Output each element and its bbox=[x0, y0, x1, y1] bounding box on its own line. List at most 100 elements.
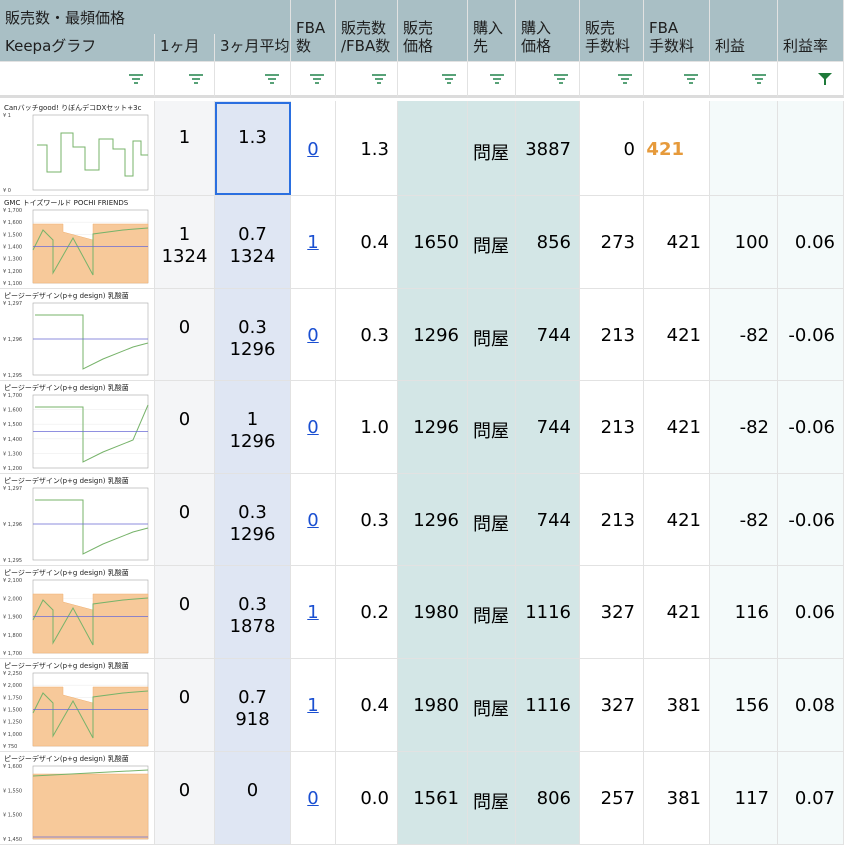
cell-m1[interactable]: 0 bbox=[155, 289, 215, 381]
filter-icon[interactable] bbox=[371, 72, 387, 86]
keepa-price-chart[interactable]: ¥ 2,100 ¥ 2,000 ¥ 1,900 ¥ 1,800 ¥ 1,700 bbox=[1, 576, 154, 657]
cell-m1[interactable]: 0 bbox=[155, 566, 215, 659]
fba-count-link[interactable]: 1 bbox=[307, 602, 318, 623]
cell-fbafee[interactable]: 421 bbox=[644, 566, 710, 659]
keepa-graph-cell[interactable]: Canバッチgood! りぼんデコDXセット+3c ¥ 1 ¥ 0 bbox=[0, 101, 155, 196]
cell-profit[interactable]: 156 bbox=[710, 659, 778, 752]
header-fba-fee[interactable]: FBA 手数料 bbox=[644, 0, 710, 62]
fba-count-link[interactable]: 0 bbox=[307, 139, 318, 160]
cell-fbafee[interactable]: 421 bbox=[644, 196, 710, 289]
cell-m1[interactable]: 0 bbox=[155, 381, 215, 474]
cell-buy[interactable]: 806 bbox=[516, 752, 580, 845]
cell-rate[interactable]: -0.06 bbox=[778, 289, 844, 381]
cell-buy[interactable]: 1116 bbox=[516, 566, 580, 659]
cell-fbafee[interactable]: 421 bbox=[644, 381, 710, 474]
cell-ratio[interactable]: 0.3 bbox=[336, 289, 398, 381]
filter-icon[interactable] bbox=[489, 72, 505, 86]
cell-price[interactable]: 1296 bbox=[398, 289, 468, 381]
cell-fbafee[interactable]: 421 bbox=[644, 289, 710, 381]
cell-ratio[interactable]: 1.0 bbox=[336, 381, 398, 474]
filter-icon[interactable] bbox=[617, 72, 633, 86]
cell-m1[interactable]: 0 bbox=[155, 659, 215, 752]
keepa-graph-cell[interactable]: ピージーデザイン(p+g design) 乳酸菌 ¥ 1,297 ¥ 1,296 ¥ … bbox=[0, 474, 155, 566]
cell-fbafee[interactable]: 381 bbox=[644, 659, 710, 752]
fba-count-link[interactable]: 0 bbox=[307, 788, 318, 809]
cell-fee[interactable]: 273 bbox=[580, 196, 644, 289]
header-sales-fba[interactable]: 販売数 /FBA数 bbox=[336, 0, 398, 62]
header-buy-price[interactable]: 購入 価格 bbox=[516, 0, 580, 62]
filter-icon[interactable] bbox=[188, 72, 204, 86]
filter-icon[interactable] bbox=[264, 72, 280, 86]
cell-supplier[interactable]: 問屋 bbox=[468, 196, 516, 289]
header-keepa[interactable]: Keepaグラフ bbox=[0, 34, 155, 62]
cell-price[interactable]: 1650 bbox=[398, 196, 468, 289]
header-fee[interactable]: 販売 手数料 bbox=[580, 0, 644, 62]
keepa-price-chart[interactable]: ¥ 1 ¥ 0 bbox=[1, 111, 154, 194]
cell-profit[interactable]: -82 bbox=[710, 289, 778, 381]
cell-supplier[interactable]: 問屋 bbox=[468, 381, 516, 474]
cell-rate[interactable]: -0.06 bbox=[778, 474, 844, 566]
cell-buy[interactable]: 1116 bbox=[516, 659, 580, 752]
cell-price[interactable]: 1296 bbox=[398, 474, 468, 566]
keepa-price-chart[interactable]: ¥ 1,700 ¥ 1,600 ¥ 1,500 ¥ 1,400 ¥ 1,300 ¥ 1,2… bbox=[1, 391, 154, 472]
cell-fee[interactable]: 213 bbox=[580, 474, 644, 566]
cell-m1[interactable]: 1 bbox=[155, 101, 215, 196]
keepa-graph-cell[interactable]: ピージーデザイン(p+g design) 乳酸菌 ¥ 2,250 ¥ 2,000 ¥ … bbox=[0, 659, 155, 752]
header-profit[interactable]: 利益 bbox=[710, 0, 778, 62]
cell-fba[interactable]: 0 bbox=[291, 101, 336, 196]
cell-price[interactable] bbox=[398, 101, 468, 196]
cell-buy[interactable]: 744 bbox=[516, 381, 580, 474]
cell-buy[interactable]: 744 bbox=[516, 474, 580, 566]
cell-m3[interactable]: 0.3 1296 bbox=[215, 474, 291, 566]
cell-profit[interactable] bbox=[710, 101, 778, 196]
cell-fee[interactable]: 0 bbox=[580, 101, 644, 196]
cell-supplier[interactable]: 問屋 bbox=[468, 752, 516, 845]
cell-fba[interactable]: 1 bbox=[291, 196, 336, 289]
fba-count-link[interactable]: 0 bbox=[307, 325, 318, 346]
header-profit-rate[interactable]: 利益率 bbox=[778, 0, 844, 62]
cell-m3[interactable]: 0.7 918 bbox=[215, 659, 291, 752]
filter-icon[interactable] bbox=[553, 72, 569, 86]
cell-fee[interactable]: 327 bbox=[580, 659, 644, 752]
cell-rate[interactable]: 0.06 bbox=[778, 196, 844, 289]
cell-fba[interactable]: 1 bbox=[291, 659, 336, 752]
keepa-price-chart[interactable]: ¥ 1,700 ¥ 1,600 ¥ 1,500 ¥ 1,400 ¥ 1,300 ¥ 1,2… bbox=[1, 206, 154, 287]
keepa-price-chart[interactable]: ¥ 1,297 ¥ 1,296 ¥ 1,295 bbox=[1, 299, 154, 379]
cell-buy[interactable]: 744 bbox=[516, 289, 580, 381]
filter-icon[interactable] bbox=[441, 72, 457, 86]
cell-buy[interactable]: 856 bbox=[516, 196, 580, 289]
cell-profit[interactable]: 117 bbox=[710, 752, 778, 845]
fba-count-link[interactable]: 0 bbox=[307, 510, 318, 531]
cell-m3[interactable]: 0.3 1296 bbox=[215, 289, 291, 381]
cell-fbafee[interactable]: 381 bbox=[644, 752, 710, 845]
header-price[interactable]: 販売 価格 bbox=[398, 0, 468, 62]
cell-profit[interactable]: 116 bbox=[710, 566, 778, 659]
cell-m3[interactable]: 0.3 1878 bbox=[215, 566, 291, 659]
cell-price[interactable]: 1980 bbox=[398, 566, 468, 659]
cell-fbafee[interactable]: 421 bbox=[644, 101, 710, 196]
cell-price[interactable]: 1561 bbox=[398, 752, 468, 845]
cell-m3[interactable]: 1 1296 bbox=[215, 381, 291, 474]
header-supplier[interactable]: 購入 先 bbox=[468, 0, 516, 62]
keepa-graph-cell[interactable]: ピージーデザイン(p+g design) 乳酸菌 ¥ 1,700 ¥ 1,600 ¥ … bbox=[0, 381, 155, 474]
cell-profit[interactable]: -82 bbox=[710, 474, 778, 566]
cell-fba[interactable]: 0 bbox=[291, 752, 336, 845]
filter-icon[interactable] bbox=[309, 72, 325, 86]
keepa-price-chart[interactable]: ¥ 2,250 ¥ 2,000 ¥ 1,750 ¥ 1,500 ¥ 1,250 ¥ 1,0… bbox=[1, 669, 154, 750]
keepa-price-chart[interactable]: ¥ 1,297 ¥ 1,296 ¥ 1,295 bbox=[1, 484, 154, 564]
cell-rate[interactable]: 0.07 bbox=[778, 752, 844, 845]
cell-supplier[interactable]: 問屋 bbox=[468, 659, 516, 752]
cell-fba[interactable]: 0 bbox=[291, 381, 336, 474]
cell-ratio[interactable]: 0.0 bbox=[336, 752, 398, 845]
fba-count-link[interactable]: 0 bbox=[307, 417, 318, 438]
cell-ratio[interactable]: 0.4 bbox=[336, 659, 398, 752]
header-1month[interactable]: 1ヶ月 bbox=[155, 34, 215, 62]
cell-price[interactable]: 1296 bbox=[398, 381, 468, 474]
cell-m1[interactable]: 0 bbox=[155, 752, 215, 845]
keepa-graph-cell[interactable]: ピージーデザイン(p+g design) 乳酸菌 ¥ 1,600 ¥ 1,550 ¥ … bbox=[0, 752, 155, 845]
filter-icon[interactable] bbox=[683, 72, 699, 86]
header-fba-count[interactable]: FBA 数 bbox=[291, 0, 336, 62]
fba-count-link[interactable]: 1 bbox=[307, 232, 318, 253]
cell-fee[interactable]: 327 bbox=[580, 566, 644, 659]
cell-supplier[interactable]: 問屋 bbox=[468, 101, 516, 196]
